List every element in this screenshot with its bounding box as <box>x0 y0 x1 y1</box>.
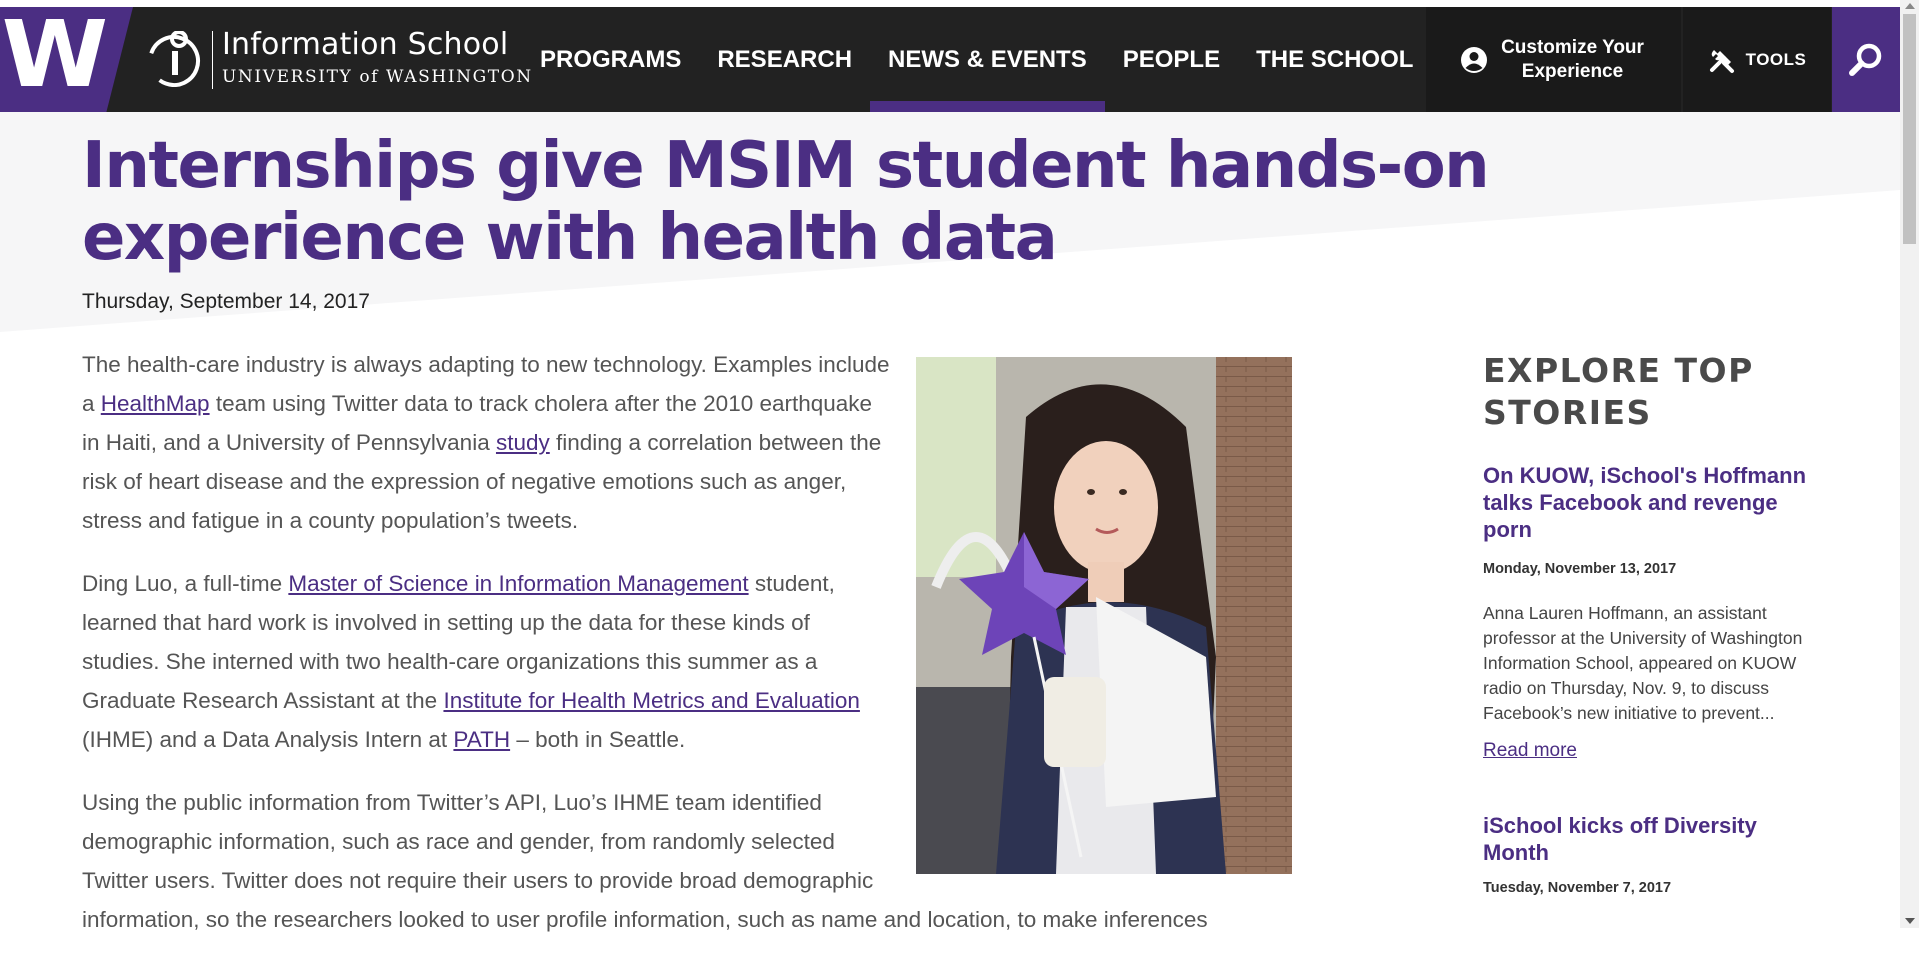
university-name: UNIVERSITY of WASHINGTON <box>222 67 533 87</box>
study-link[interactable]: study <box>496 430 550 455</box>
p2-text-4: – both in Seattle. <box>510 727 686 752</box>
ihme-link[interactable]: Institute for Health Metrics and Evaluat… <box>443 688 859 713</box>
user-icon <box>1460 46 1487 73</box>
uw-logo-letter: W <box>1 1 109 108</box>
main-nav: PROGRAMS RESEARCH NEWS & EVENTS PEOPLE T… <box>522 7 1431 112</box>
customize-label: Customize Your Experience <box>1501 36 1644 82</box>
story-title-link[interactable]: On KUOW, iSchool's Hoffmann talks Facebo… <box>1483 462 1813 543</box>
search-icon <box>1849 43 1882 76</box>
article-title: Internships give MSIM student hands-on e… <box>82 129 1490 275</box>
article-photo-image <box>916 357 1292 874</box>
nav-item-people[interactable]: PEOPLE <box>1105 7 1238 112</box>
msim-link[interactable]: Master of Science in Information Managem… <box>288 571 748 596</box>
story-item: iSchool kicks off Diversity Month Tuesda… <box>1483 812 1813 896</box>
nav-item-the-school[interactable]: THE SCHOOL <box>1238 7 1431 112</box>
healthmap-link[interactable]: HealthMap <box>101 391 210 416</box>
read-more-link[interactable]: Read more <box>1483 740 1577 762</box>
customize-experience-button[interactable]: Customize Your Experience <box>1426 7 1681 112</box>
search-button[interactable] <box>1832 7 1900 112</box>
story-item: On KUOW, iSchool's Hoffmann talks Facebo… <box>1483 462 1813 812</box>
p2-text-1: Ding Luo, a full-time <box>82 571 289 596</box>
ischool-logo-icon <box>148 31 200 87</box>
story-title-link[interactable]: iSchool kicks off Diversity Month <box>1483 812 1813 866</box>
story-date: Monday, November 13, 2017 <box>1483 561 1677 577</box>
scrollbar-thumb[interactable] <box>1903 14 1916 244</box>
tools-icon <box>1709 49 1734 73</box>
scroll-up-arrow-icon[interactable] <box>1905 3 1915 9</box>
scroll-down-arrow-icon[interactable] <box>1905 918 1915 924</box>
tools-button[interactable]: TOOLS <box>1683 7 1831 112</box>
sidebar-heading: EXPLORE TOP STORIES <box>1483 351 1754 432</box>
nav-item-research[interactable]: RESEARCH <box>699 7 870 112</box>
browser-top-edge <box>0 0 1900 7</box>
top-stories-sidebar: EXPLORE TOP STORIES On KUOW, iSchool's H… <box>1483 350 1813 920</box>
site-header: W Information School UNIVERSITY of WASHI… <box>0 7 1900 112</box>
story-date: Tuesday, November 7, 2017 <box>1483 880 1672 896</box>
article-date: Thursday, September 14, 2017 <box>82 290 370 313</box>
nav-item-programs[interactable]: PROGRAMS <box>522 7 699 112</box>
page-scrollbar[interactable] <box>1900 0 1919 928</box>
logo-divider <box>212 31 213 89</box>
article-body: The health-care industry is always adapt… <box>82 345 1292 963</box>
story-excerpt: Anna Lauren Hoffmann, an assistant profe… <box>1483 603 1803 723</box>
nav-item-news-events[interactable]: NEWS & EVENTS <box>870 7 1105 112</box>
p2-text-3: (IHME) and a Data Analysis Intern at <box>82 727 454 752</box>
path-link[interactable]: PATH <box>453 727 510 752</box>
article-photo <box>916 357 1292 874</box>
school-name: Information School <box>222 27 509 62</box>
tools-label: TOOLS <box>1745 49 1807 69</box>
uw-logo[interactable]: W <box>0 7 133 112</box>
